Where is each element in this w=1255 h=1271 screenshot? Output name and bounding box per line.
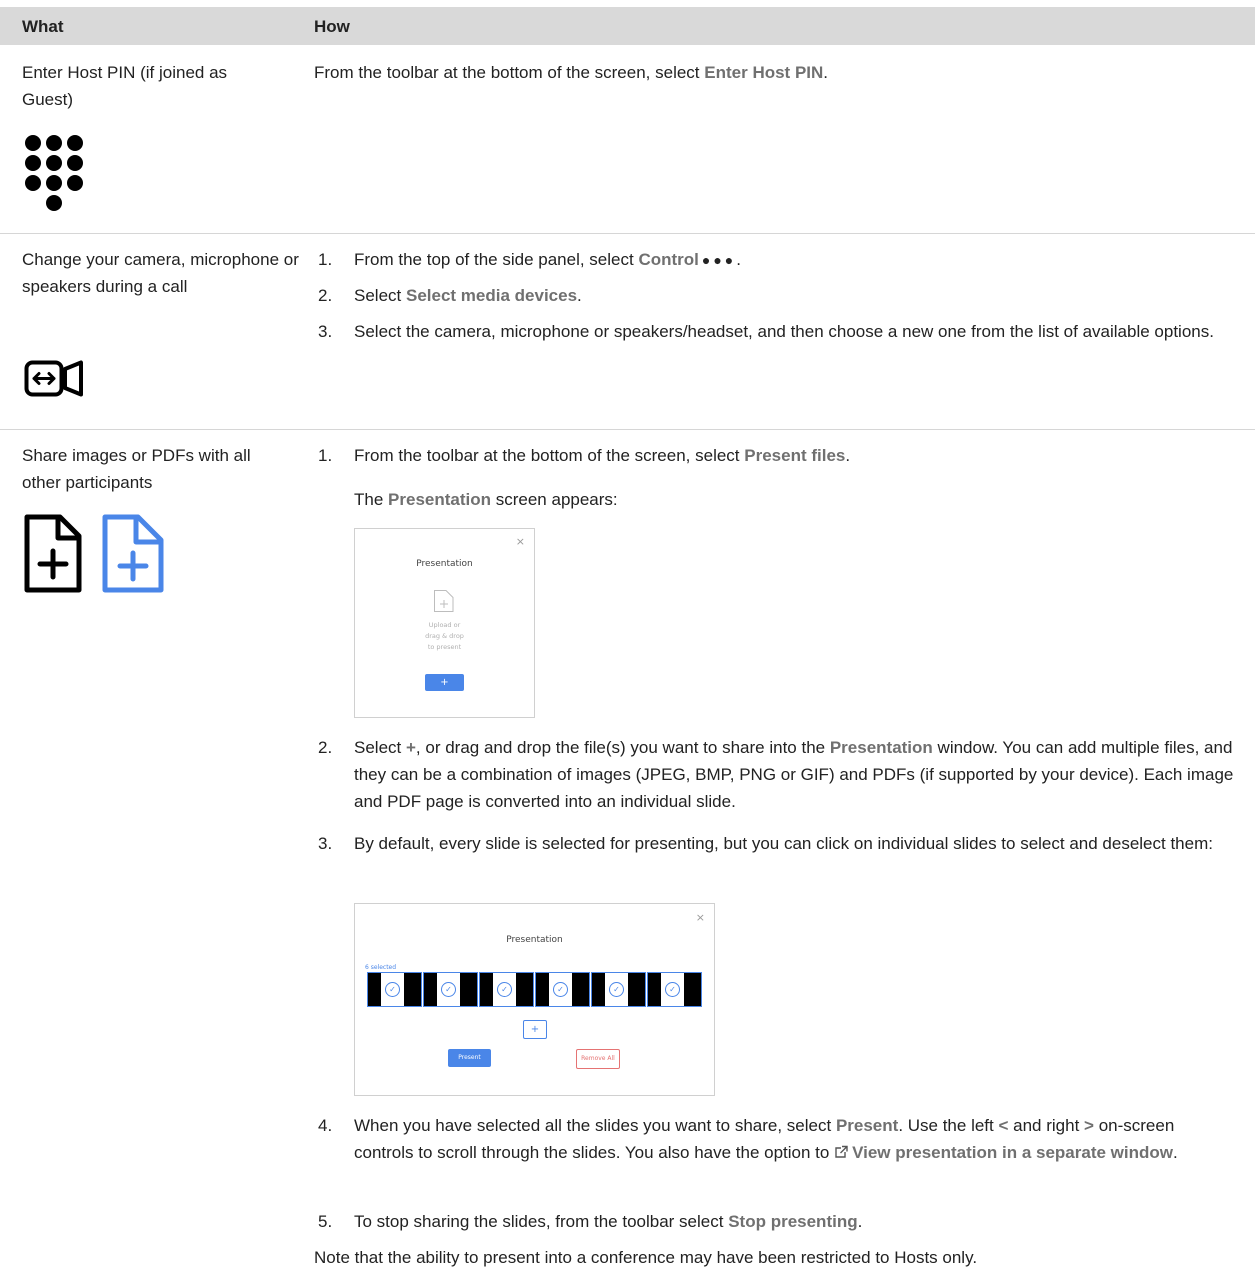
- add-file-button[interactable]: +: [425, 674, 464, 691]
- row2-step1: From the top of the side panel, select C…: [354, 250, 741, 269]
- row1-how: From the toolbar at the bottom of the sc…: [314, 63, 829, 82]
- upload-hint: Upload or drag & drop to present: [425, 621, 464, 651]
- row3-step5: To stop sharing the slides, from the too…: [354, 1212, 863, 1231]
- row2-step3: Select the camera, microphone or speaker…: [354, 322, 1214, 341]
- present-files-icons: [24, 514, 164, 593]
- view-presentation-link[interactable]: View presentation in a separate window: [852, 1143, 1173, 1162]
- dialog-title: Presentation: [506, 935, 563, 945]
- presentation-dialog-empty: × Presentation Upload or drag & drop to …: [354, 528, 535, 718]
- row1-what: Enter Host PIN (if joined as Guest): [22, 63, 228, 109]
- add-slide-button[interactable]: +: [523, 1020, 547, 1039]
- step-number: 4.: [318, 1116, 333, 1135]
- col-how-header: How: [314, 17, 350, 36]
- step-number: 3.: [318, 322, 333, 341]
- step-number: 5.: [318, 1212, 333, 1231]
- external-link-icon: [835, 1145, 848, 1158]
- row2-step2: Select Select media devices.: [354, 286, 582, 305]
- slide-thumbnail[interactable]: ✓: [367, 972, 422, 1007]
- row3-what: Share images or PDFs with all other part…: [22, 446, 251, 492]
- step-number: 3.: [318, 834, 333, 853]
- slide-thumbnail[interactable]: ✓: [535, 972, 590, 1007]
- note-text: Note that the ability to present into a …: [314, 1248, 978, 1267]
- row3-step3: By default, every slide is selected for …: [354, 834, 1213, 853]
- present-button[interactable]: Present: [448, 1049, 491, 1067]
- selected-count: 6 selected: [365, 964, 397, 971]
- slide-thumbnail[interactable]: ✓: [479, 972, 534, 1007]
- step-number: 2.: [318, 738, 333, 757]
- row3-step2: Select +, or drag and drop the file(s) y…: [354, 738, 1234, 811]
- remove-all-button[interactable]: Remove All: [576, 1049, 620, 1069]
- row2-what: Change your camera, microphone or speake…: [22, 250, 299, 296]
- row3-step4: When you have selected all the slides yo…: [354, 1116, 1178, 1162]
- row-divider: [0, 233, 1255, 234]
- step-number: 1.: [318, 446, 333, 465]
- dialpad-icon: [25, 135, 83, 211]
- switch-camera-icon: [24, 360, 83, 397]
- col-what-header: What: [22, 17, 64, 36]
- step-number: 1.: [318, 250, 333, 269]
- slide-thumbnail[interactable]: ✓: [423, 972, 478, 1007]
- more-dots-icon: ●●●: [701, 252, 737, 268]
- row-divider: [0, 429, 1255, 430]
- presentation-appears-text: The Presentation screen appears:: [354, 490, 618, 509]
- slide-thumbnail[interactable]: ✓: [591, 972, 646, 1007]
- upload-file-icon: [434, 590, 454, 612]
- close-icon[interactable]: ×: [696, 911, 705, 924]
- dialog-title: Presentation: [416, 559, 473, 569]
- presentation-dialog-slides: × Presentation 6 selected ✓ ✓ ✓ ✓ ✓ ✓ + …: [354, 903, 715, 1096]
- row3-step1: From the toolbar at the bottom of the sc…: [354, 446, 851, 465]
- file-add-blue-icon: [102, 514, 164, 593]
- file-add-icon: [24, 514, 82, 593]
- step-number: 2.: [318, 286, 333, 305]
- close-icon[interactable]: ×: [516, 535, 525, 548]
- table-header: What How: [0, 7, 1255, 45]
- slide-thumbnail[interactable]: ✓: [647, 972, 702, 1007]
